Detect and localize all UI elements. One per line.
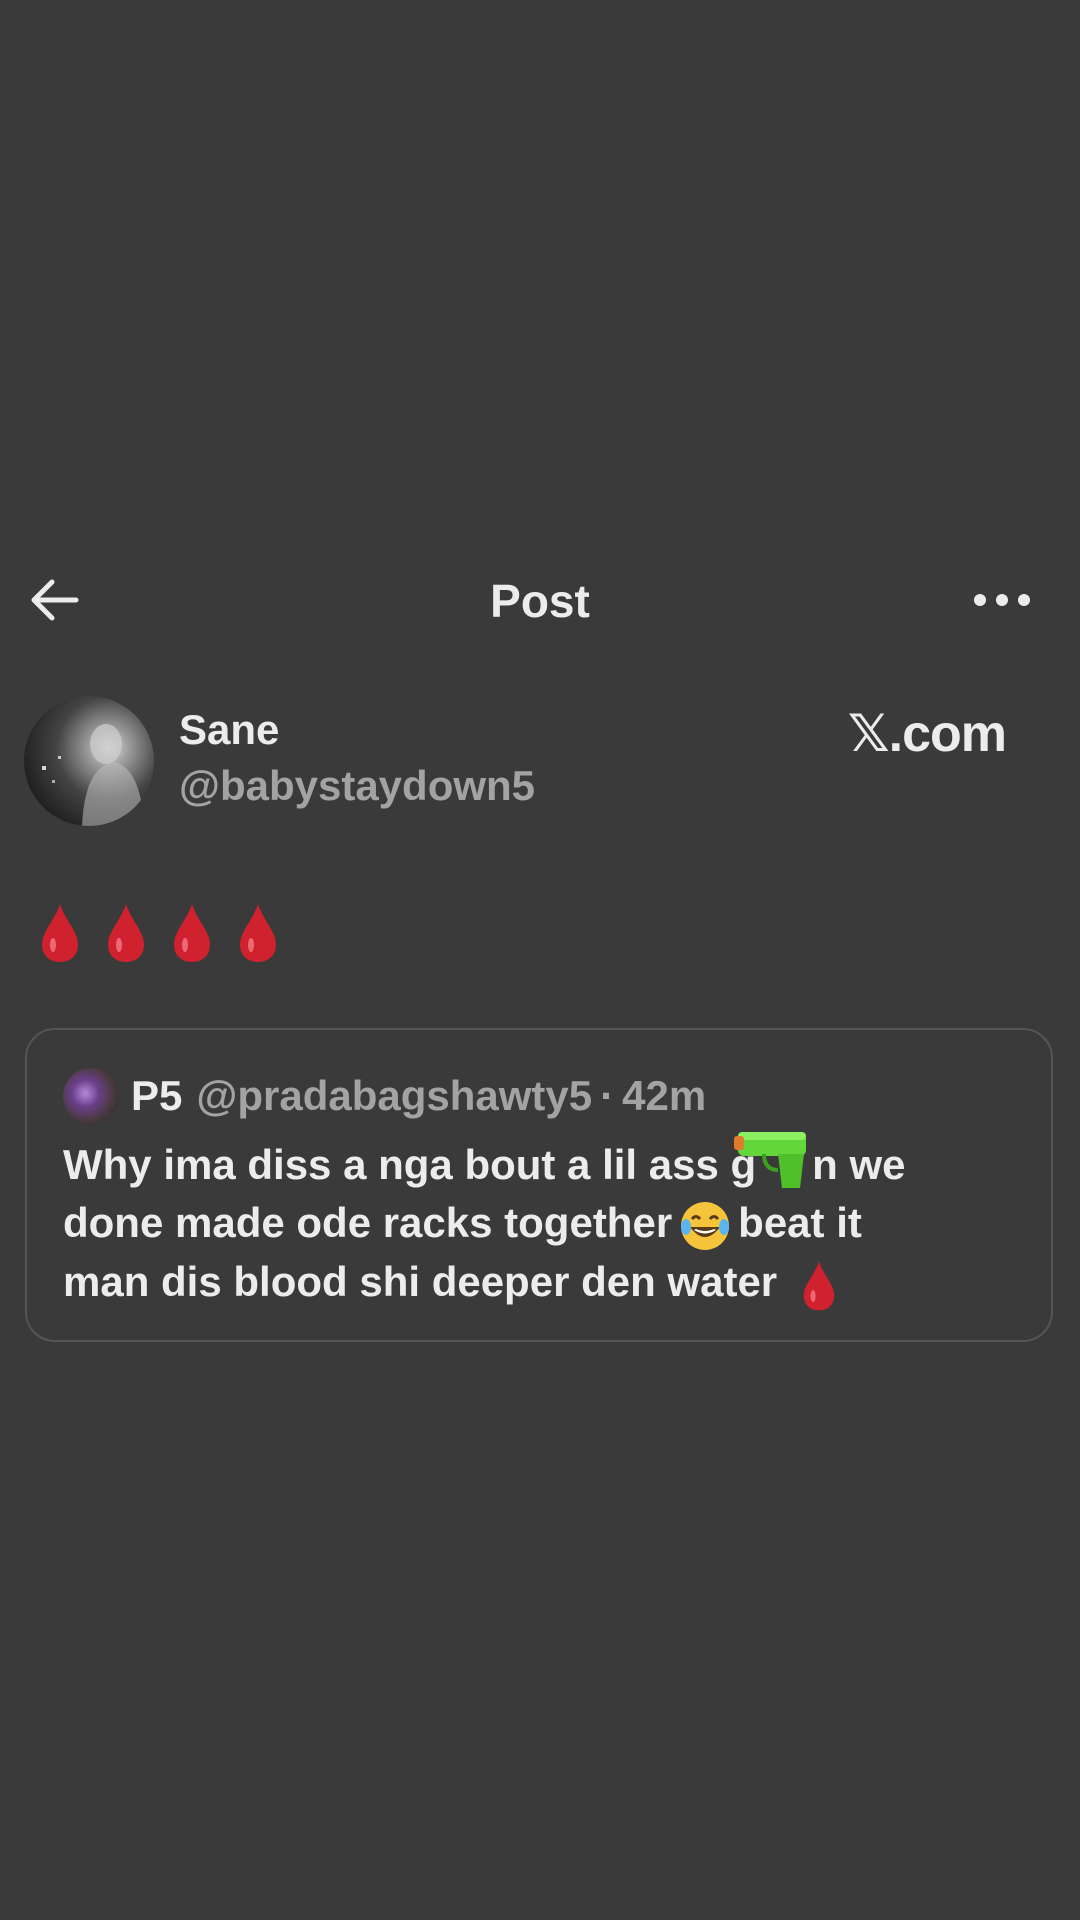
- quoted-line-2-start: done made ode racks together: [63, 1199, 673, 1246]
- post-author: Sane @babystaydown5 𝕏.com: [24, 696, 1056, 830]
- laughing-tears-icon: [681, 1201, 730, 1250]
- avatar[interactable]: [24, 696, 154, 826]
- post-text: [34, 900, 284, 964]
- blood-drop-icon: [174, 904, 210, 962]
- quoted-post[interactable]: P5 @pradabagshawty5 · 42m Why ima diss a…: [25, 1028, 1053, 1342]
- quoted-timestamp: 42m: [622, 1072, 707, 1119]
- blood-drop-icon: [108, 904, 144, 962]
- quoted-handle[interactable]: @pradabagshawty5: [196, 1072, 592, 1120]
- water-gun-icon: [734, 1132, 807, 1188]
- avatar-photo: [42, 724, 144, 826]
- quoted-line-1: Why ima diss a nga bout a lil ass g n we: [63, 1132, 1023, 1194]
- top-bar: Post: [0, 560, 1080, 640]
- page-title: Post: [490, 575, 590, 627]
- quoted-line-2-end: beat it: [738, 1199, 862, 1246]
- author-handle[interactable]: @babystaydown5: [179, 762, 535, 810]
- quoted-line-2: done made ode racks together beat it: [63, 1194, 1023, 1253]
- x-watermark: 𝕏.com: [847, 705, 1007, 763]
- quoted-post-header: P5 @pradabagshawty5 · 42m: [63, 1068, 706, 1124]
- blood-drop-icon: [42, 904, 78, 962]
- blood-drop-icon: [803, 1261, 835, 1311]
- quoted-separator: ·: [600, 1072, 615, 1119]
- author-display-name[interactable]: Sane: [179, 706, 279, 754]
- page: Post Sane @babystaydown5 𝕏.com P5 @prada…: [0, 0, 1080, 1920]
- quoted-post-text: Why ima diss a nga bout a lil ass g n we…: [63, 1132, 1023, 1313]
- quoted-line-1-start: Why ima diss a nga bout a lil ass g: [63, 1141, 757, 1188]
- more-button[interactable]: [972, 584, 1032, 616]
- quoted-display-name[interactable]: P5: [131, 1072, 182, 1120]
- quoted-avatar[interactable]: [63, 1068, 119, 1124]
- quoted-line-3-text: man dis blood shi deeper den water: [63, 1257, 778, 1305]
- quoted-line-1-end: n we: [812, 1141, 906, 1188]
- quoted-line-3: man dis blood shi deeper den water: [63, 1253, 1023, 1313]
- blood-drop-icon: [240, 904, 276, 962]
- more-horizontal-icon: [974, 594, 1030, 606]
